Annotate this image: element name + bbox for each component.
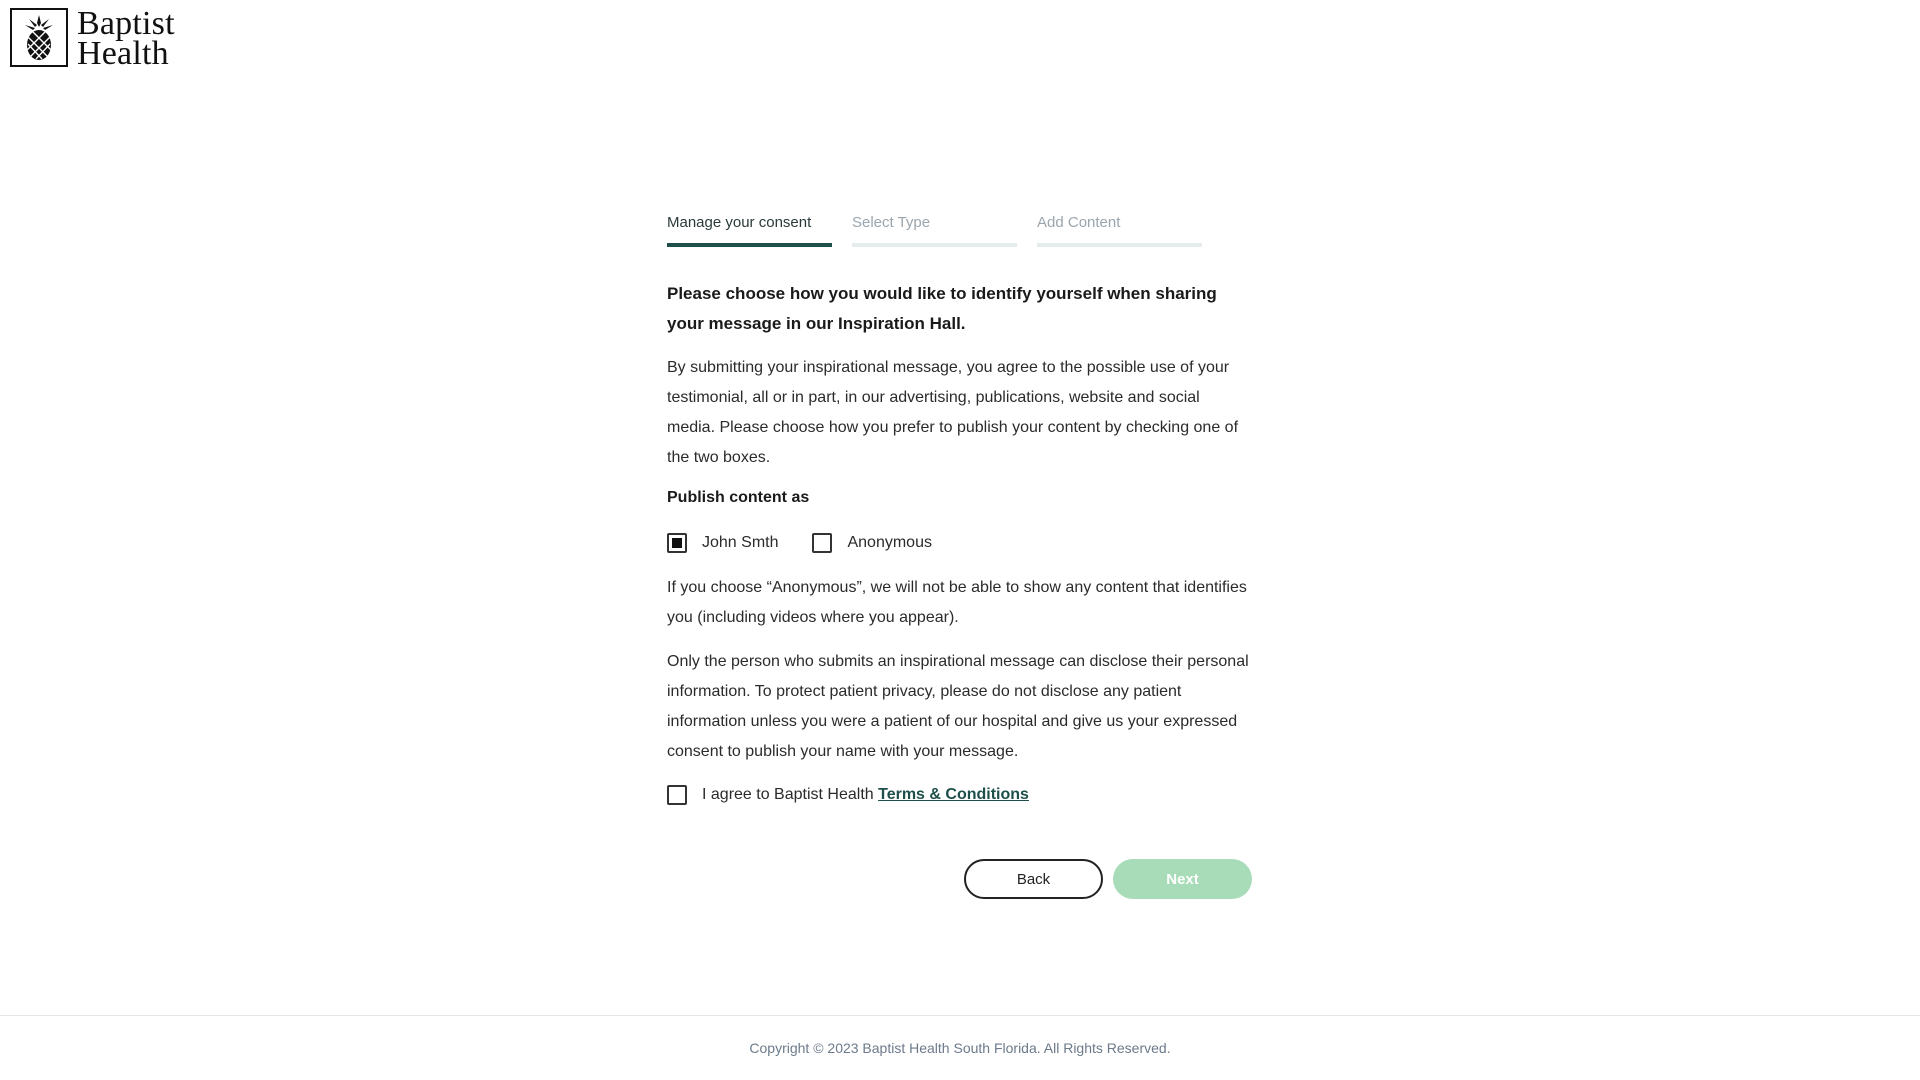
option-anonymous[interactable]: Anonymous xyxy=(812,533,932,553)
option-anonymous-label: Anonymous xyxy=(847,534,932,551)
name-checkbox[interactable] xyxy=(667,533,687,553)
copyright-text: Copyright © 2023 Baptist Health South Fl… xyxy=(749,1040,1171,1056)
pineapple-icon xyxy=(10,8,68,67)
consent-form: Manage your consent Select Type Add Cont… xyxy=(667,214,1252,899)
option-name-label: John Smth xyxy=(702,534,779,551)
consent-intro: By submitting your inspirational message… xyxy=(667,359,1239,466)
checkbox-checked-mark xyxy=(672,538,682,548)
consent-heading: Please choose how you would like to iden… xyxy=(667,284,1217,333)
step-add-content: Add Content xyxy=(1037,214,1202,247)
anonymous-checkbox[interactable] xyxy=(812,533,833,553)
baptist-health-logo[interactable]: Baptist Health xyxy=(10,7,175,72)
terms-checkbox[interactable] xyxy=(667,785,687,805)
next-button[interactable]: Next xyxy=(1113,859,1252,899)
anonymous-note: If you choose “Anonymous”, we will not b… xyxy=(667,579,1247,626)
logo-line-2: Health xyxy=(77,35,169,72)
step-progress: Manage your consent Select Type Add Cont… xyxy=(667,214,1252,247)
form-buttons: Back Next xyxy=(667,859,1252,899)
publish-heading: Publish content as xyxy=(667,489,810,506)
option-name[interactable]: John Smth xyxy=(667,533,778,553)
step-manage-consent: Manage your consent xyxy=(667,214,832,247)
logo-wordmark: Baptist Health xyxy=(77,7,175,72)
back-button[interactable]: Back xyxy=(964,859,1103,899)
terms-agree-text: I agree to Baptist Health xyxy=(702,786,879,803)
footer: Copyright © 2023 Baptist Health South Fl… xyxy=(0,1015,1920,1056)
privacy-note: Only the person who submits an inspirati… xyxy=(667,653,1249,760)
terms-agreement: I agree to Baptist Health Terms & Condit… xyxy=(667,785,1252,805)
terms-conditions-link[interactable]: Terms & Conditions xyxy=(878,786,1029,803)
publish-options: John Smth Anonymous xyxy=(667,533,1252,553)
consent-page: Baptist Health Manage your consent Selec… xyxy=(0,0,1920,1080)
step-select-type: Select Type xyxy=(852,214,1017,247)
terms-label: I agree to Baptist Health Terms & Condit… xyxy=(702,786,1029,804)
